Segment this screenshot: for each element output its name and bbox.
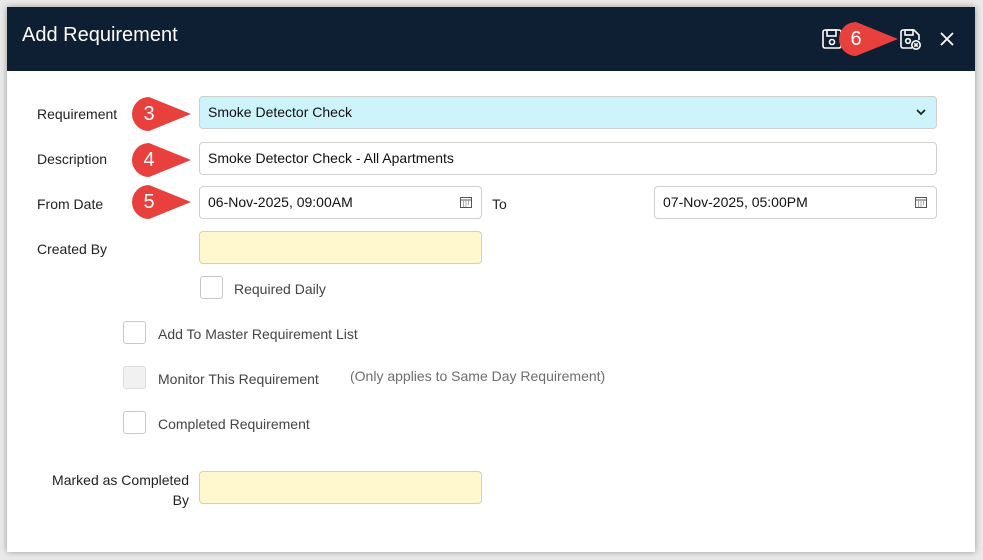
completed-requirement-label: Completed Requirement [158, 416, 310, 432]
save-close-icon[interactable] [898, 27, 922, 51]
monitor-requirement-checkbox [123, 366, 146, 389]
description-input[interactable]: Smoke Detector Check - All Apartments [199, 142, 937, 175]
requirement-label: Requirement [37, 106, 118, 122]
calendar-icon[interactable] [914, 195, 928, 209]
marked-completed-by-label-line2: By [172, 492, 189, 508]
to-date-input[interactable]: 07-Nov-2025, 05:00PM [654, 186, 937, 219]
callout-5: 5 [131, 184, 191, 220]
callout-6-number: 6 [850, 28, 862, 50]
requirement-select[interactable]: Smoke Detector Check [199, 96, 937, 129]
add-requirement-dialog: Add Requirement Requirement Smoke Detect… [7, 7, 975, 552]
required-daily-label: Required Daily [234, 281, 326, 297]
title-bar: Add Requirement [7, 7, 975, 71]
monitor-requirement-label: Monitor This Requirement [158, 371, 319, 387]
dialog-title: Add Requirement [22, 24, 178, 46]
required-daily-checkbox[interactable] [200, 276, 223, 299]
calendar-icon[interactable] [459, 195, 473, 209]
from-date-value: 06-Nov-2025, 09:00AM [208, 194, 353, 210]
description-value: Smoke Detector Check - All Apartments [208, 150, 454, 166]
requirement-value: Smoke Detector Check [208, 104, 352, 120]
callout-5-number: 5 [143, 191, 155, 213]
callout-3-number: 3 [143, 103, 155, 125]
monitor-note: (Only applies to Same Day Requirement) [350, 368, 606, 384]
to-date-label: To [492, 196, 507, 212]
marked-completed-by-field [199, 471, 482, 504]
from-date-label: From Date [37, 196, 104, 212]
close-icon[interactable] [935, 27, 959, 51]
created-by-label: Created By [37, 241, 108, 257]
marked-completed-by-label-line1: Marked as Completed [52, 472, 189, 488]
created-by-field [199, 231, 482, 264]
callout-3: 3 [131, 96, 191, 132]
description-label: Description [37, 151, 108, 167]
chevron-down-icon [916, 109, 926, 116]
add-to-master-label: Add To Master Requirement List [158, 326, 358, 342]
callout-4: 4 [131, 142, 191, 178]
add-to-master-checkbox[interactable] [123, 321, 146, 344]
to-date-value: 07-Nov-2025, 05:00PM [663, 194, 808, 210]
completed-requirement-checkbox[interactable] [123, 411, 146, 434]
from-date-input[interactable]: 06-Nov-2025, 09:00AM [199, 186, 482, 219]
marked-completed-by-label: Marked as Completed By [27, 470, 189, 510]
callout-4-number: 4 [143, 149, 155, 171]
callout-6: 6 [838, 21, 898, 57]
